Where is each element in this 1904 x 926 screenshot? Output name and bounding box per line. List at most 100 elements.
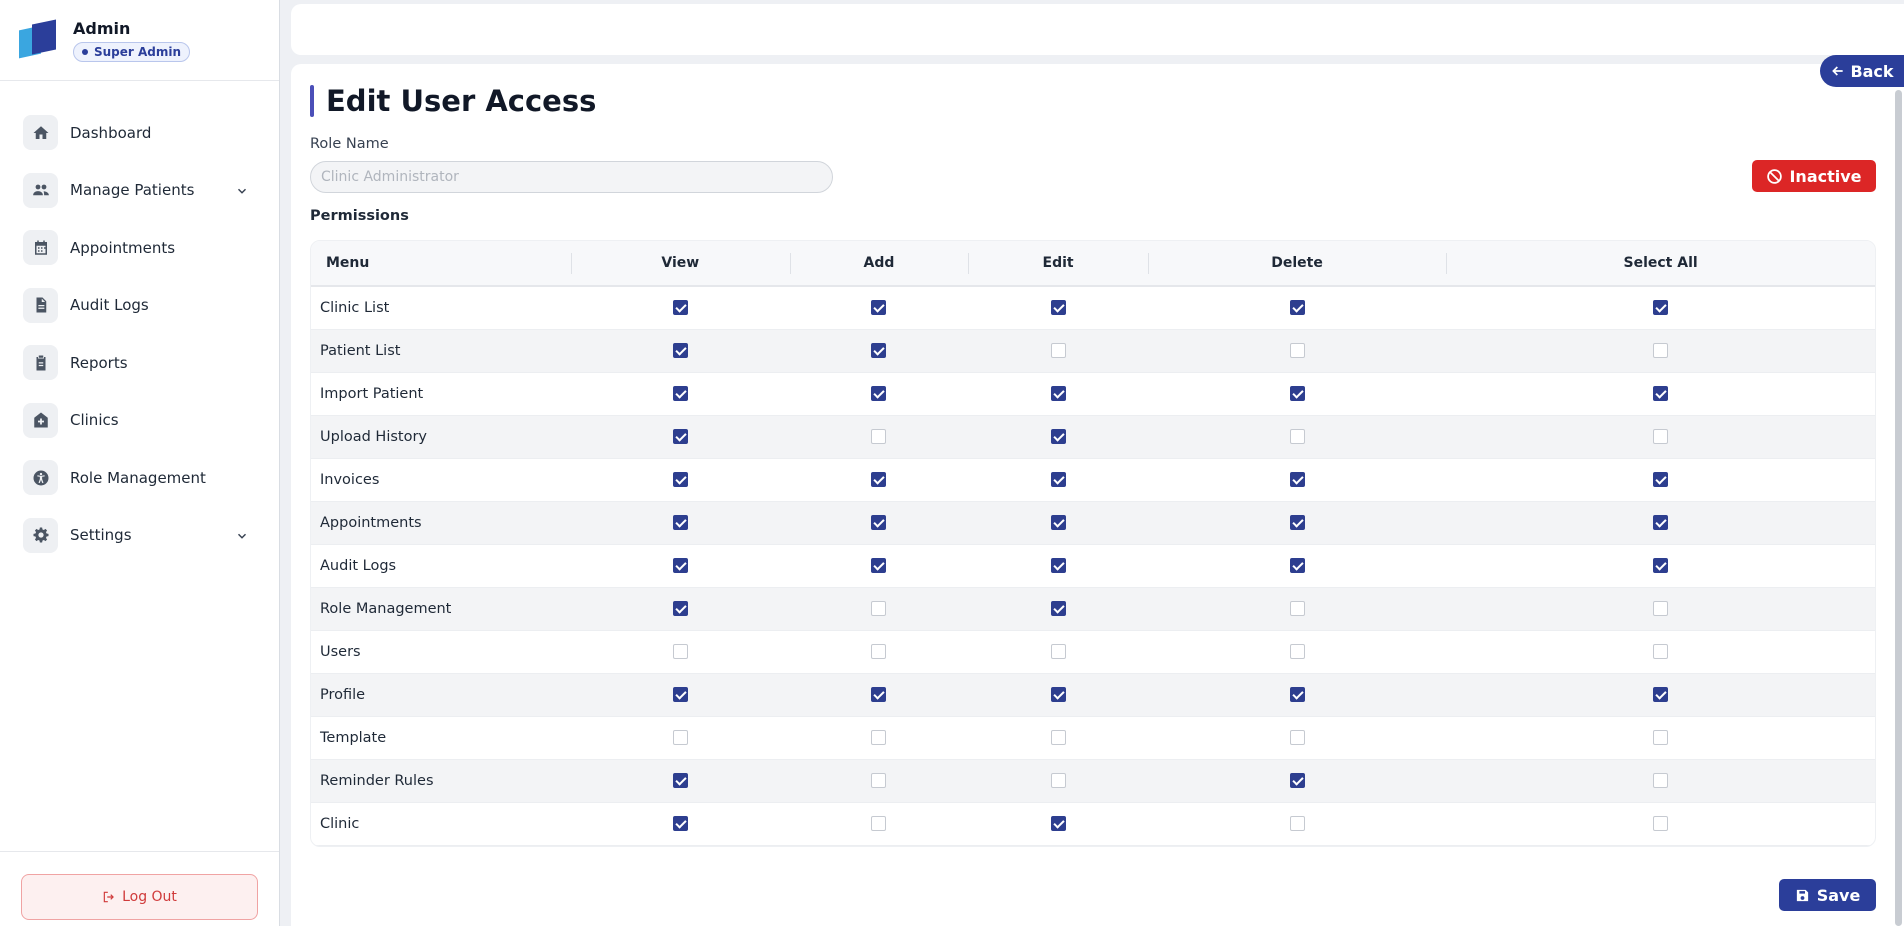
select-all-checkbox[interactable]	[1653, 773, 1669, 788]
edit-checkbox[interactable]	[1050, 300, 1066, 316]
add-checkbox[interactable]	[871, 386, 887, 401]
select-all-checkbox[interactable]	[1653, 515, 1669, 530]
delete-checkbox[interactable]	[1289, 429, 1305, 444]
delete-checkbox[interactable]	[1289, 343, 1305, 358]
save-icon	[1796, 889, 1808, 901]
delete-checkbox[interactable]	[1289, 601, 1305, 616]
select-all-checkbox[interactable]	[1653, 558, 1669, 573]
edit-checkbox[interactable]	[1050, 687, 1066, 702]
permission-cell	[571, 415, 790, 459]
delete-checkbox[interactable]	[1289, 816, 1305, 831]
select-all-checkbox[interactable]	[1653, 687, 1669, 702]
edit-checkbox[interactable]	[1050, 343, 1066, 358]
sidebar-item-manage-patients[interactable]: Manage Patients	[0, 162, 279, 220]
logout-button[interactable]: Log Out	[21, 874, 258, 920]
edit-checkbox[interactable]	[1050, 386, 1066, 401]
menu-cell: Appointments	[311, 501, 571, 545]
select-all-checkbox[interactable]	[1653, 300, 1669, 316]
permission-cell	[571, 630, 790, 674]
view-checkbox[interactable]	[672, 773, 688, 788]
permission-cell	[571, 329, 790, 373]
add-checkbox[interactable]	[871, 773, 887, 788]
select-all-checkbox[interactable]	[1653, 343, 1669, 358]
delete-checkbox[interactable]	[1289, 687, 1305, 702]
sidebar-item-role-management[interactable]: Role Management	[0, 449, 279, 507]
edit-checkbox[interactable]	[1050, 730, 1066, 745]
edit-checkbox[interactable]	[1050, 773, 1066, 788]
save-button[interactable]: Save	[1779, 879, 1876, 911]
edit-checkbox[interactable]	[1050, 644, 1066, 659]
user-name: Admin	[73, 18, 131, 38]
delete-checkbox[interactable]	[1289, 558, 1305, 573]
chevron-down-icon[interactable]	[235, 183, 249, 197]
sidebar-item-appointments[interactable]: Appointments	[0, 219, 279, 277]
role-name-input[interactable]	[310, 161, 833, 193]
edit-checkbox[interactable]	[1050, 558, 1066, 573]
sidebar-item-audit-logs[interactable]: Audit Logs	[0, 277, 279, 335]
delete-checkbox[interactable]	[1289, 300, 1305, 316]
select-all-checkbox[interactable]	[1653, 601, 1669, 616]
delete-checkbox[interactable]	[1289, 730, 1305, 745]
add-checkbox[interactable]	[871, 558, 887, 573]
delete-checkbox[interactable]	[1289, 515, 1305, 530]
add-checkbox[interactable]	[871, 472, 887, 487]
view-checkbox[interactable]	[672, 515, 688, 530]
permissions-table-wrap: Menu View Add Edit Delete Select All Cli…	[310, 240, 1876, 847]
column-header-edit: Edit	[968, 241, 1148, 287]
delete-checkbox[interactable]	[1289, 773, 1305, 788]
view-checkbox[interactable]	[672, 730, 688, 745]
permission-cell	[789, 673, 969, 717]
select-all-checkbox[interactable]	[1653, 472, 1669, 487]
edit-checkbox[interactable]	[1050, 472, 1066, 487]
view-checkbox[interactable]	[672, 816, 688, 831]
delete-checkbox[interactable]	[1289, 472, 1305, 487]
add-checkbox[interactable]	[871, 515, 887, 530]
view-checkbox[interactable]	[672, 601, 688, 616]
edit-checkbox[interactable]	[1050, 601, 1066, 616]
view-checkbox[interactable]	[672, 343, 688, 358]
select-all-checkbox[interactable]	[1653, 429, 1669, 444]
add-checkbox[interactable]	[871, 644, 887, 659]
view-checkbox[interactable]	[672, 644, 688, 659]
edit-checkbox[interactable]	[1050, 515, 1066, 530]
page-scrollbar[interactable]	[1895, 90, 1902, 926]
sidebar-item-clinics[interactable]: Clinics	[0, 392, 279, 450]
select-all-checkbox[interactable]	[1653, 816, 1669, 831]
back-label: Back	[1850, 61, 1894, 81]
view-checkbox[interactable]	[672, 386, 688, 401]
edit-checkbox[interactable]	[1050, 429, 1066, 444]
permission-cell	[968, 802, 1148, 846]
permission-cell	[968, 716, 1148, 760]
sidebar-item-settings[interactable]: Settings	[0, 507, 279, 565]
select-all-checkbox[interactable]	[1653, 644, 1669, 659]
column-header-add: Add	[789, 241, 969, 287]
status-toggle-button[interactable]: Inactive	[1752, 160, 1876, 192]
permission-cell	[968, 544, 1148, 588]
add-checkbox[interactable]	[871, 601, 887, 616]
clinic-icon	[23, 402, 58, 438]
view-checkbox[interactable]	[672, 472, 688, 487]
add-checkbox[interactable]	[871, 730, 887, 745]
delete-checkbox[interactable]	[1289, 386, 1305, 401]
add-checkbox[interactable]	[871, 343, 887, 358]
sidebar-item-label: Clinics	[70, 411, 119, 430]
sidebar-item-dashboard[interactable]: Dashboard	[0, 104, 279, 162]
sidebar-item-reports[interactable]: Reports	[0, 334, 279, 392]
view-checkbox[interactable]	[672, 300, 688, 316]
ban-icon	[1767, 168, 1783, 184]
edit-checkbox[interactable]	[1050, 816, 1066, 831]
permission-cell	[789, 415, 969, 459]
add-checkbox[interactable]	[871, 816, 887, 831]
add-checkbox[interactable]	[871, 687, 887, 702]
select-all-checkbox[interactable]	[1653, 730, 1669, 745]
chevron-down-icon[interactable]	[235, 528, 249, 542]
back-button[interactable]: Back	[1820, 55, 1904, 87]
delete-checkbox[interactable]	[1289, 644, 1305, 659]
view-checkbox[interactable]	[672, 687, 688, 702]
add-checkbox[interactable]	[871, 300, 887, 316]
permission-cell	[1446, 802, 1875, 846]
view-checkbox[interactable]	[672, 558, 688, 573]
select-all-checkbox[interactable]	[1653, 386, 1669, 401]
view-checkbox[interactable]	[672, 429, 688, 444]
add-checkbox[interactable]	[871, 429, 887, 444]
